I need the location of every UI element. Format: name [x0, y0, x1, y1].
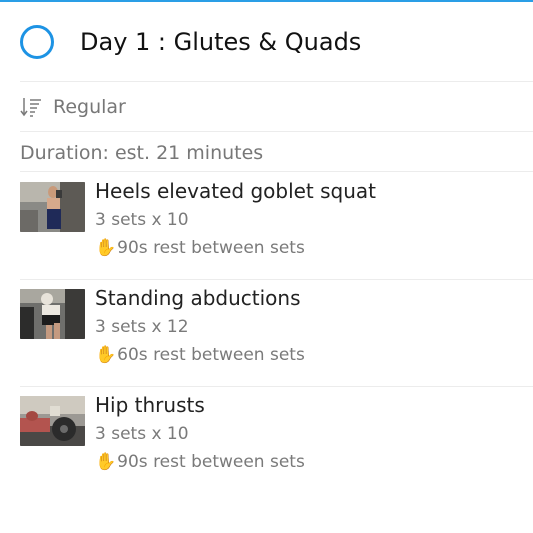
exercise-item[interactable]: Heels elevated goblet squat 3 sets x 10 …	[20, 172, 533, 277]
exercise-name: Heels elevated goblet squat	[95, 179, 377, 203]
exercise-item[interactable]: Hip thrusts 3 sets x 10 ✋90s rest betwee…	[20, 386, 533, 491]
rest-text: 60s rest between sets	[117, 345, 305, 365]
completion-checkbox[interactable]	[20, 25, 54, 59]
exercise-rest: ✋60s rest between sets	[95, 344, 305, 366]
page-title: Day 1 : Glutes & Quads	[80, 28, 362, 56]
hand-icon: ✋	[95, 452, 117, 472]
divider	[20, 131, 533, 132]
exercise-rest: ✋90s rest between sets	[95, 237, 305, 259]
exercise-name: Standing abductions	[95, 286, 301, 310]
exercise-sets: 3 sets x 12	[95, 317, 189, 337]
sort-label: Regular	[53, 96, 126, 118]
exercise-name: Hip thrusts	[95, 393, 205, 417]
sort-descending-icon	[20, 98, 41, 117]
divider	[20, 81, 533, 82]
rest-text: 90s rest between sets	[117, 452, 305, 472]
hand-icon: ✋	[95, 238, 117, 258]
exercise-thumbnail	[20, 182, 85, 232]
exercise-item[interactable]: Standing abductions 3 sets x 12 ✋60s res…	[20, 279, 533, 384]
workout-header: Day 1 : Glutes & Quads	[0, 2, 533, 82]
exercise-rest: ✋90s rest between sets	[95, 451, 305, 473]
exercise-sets: 3 sets x 10	[95, 210, 189, 230]
exercise-thumbnail	[20, 289, 85, 339]
rest-text: 90s rest between sets	[117, 238, 305, 258]
exercise-thumbnail	[20, 396, 85, 446]
hand-icon: ✋	[95, 345, 117, 365]
exercise-sets: 3 sets x 10	[95, 424, 189, 444]
duration-text: Duration: est. 21 minutes	[20, 142, 264, 164]
